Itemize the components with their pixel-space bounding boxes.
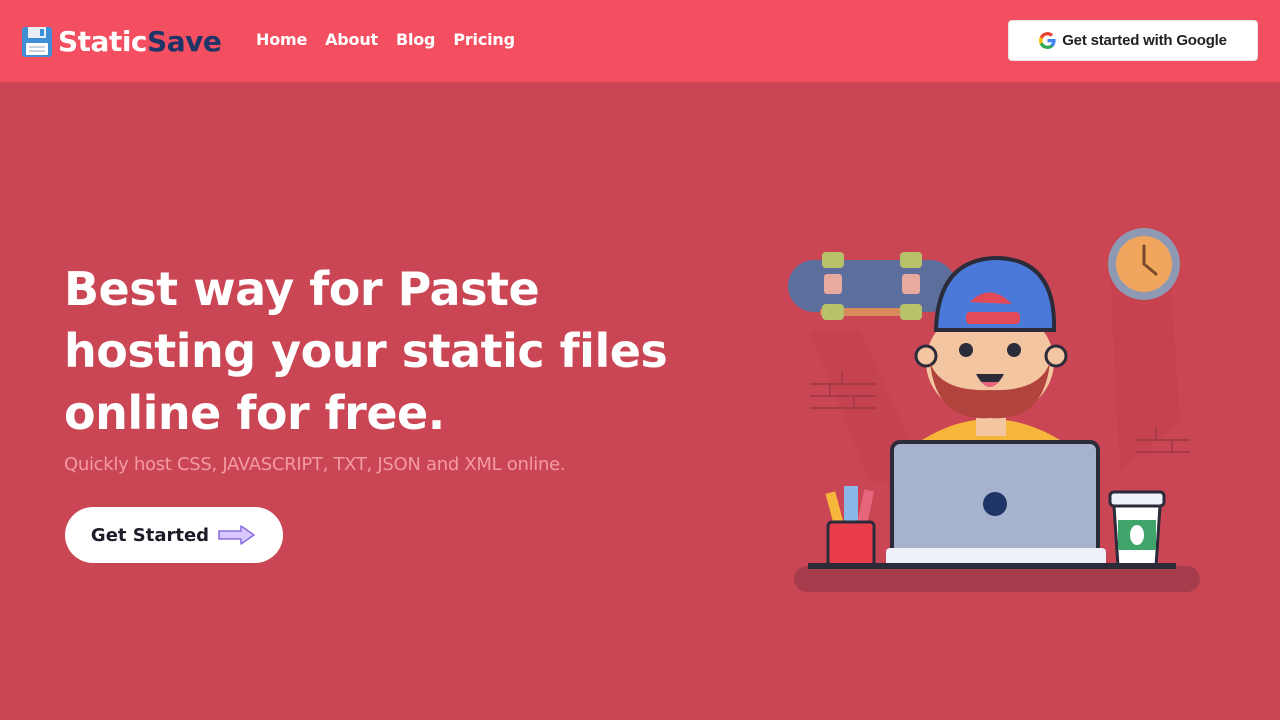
hero-subtitle: Quickly host CSS, JAVASCRIPT, TXT, JSON …: [64, 454, 566, 475]
nav-links: Home About Blog Pricing: [256, 30, 515, 49]
clock-icon: [1108, 228, 1180, 300]
floppy-disk-icon: [22, 27, 52, 57]
nav-link-about[interactable]: About: [325, 30, 378, 49]
arrow-right-icon: [218, 525, 255, 545]
nav-link-pricing[interactable]: Pricing: [453, 30, 515, 49]
skateboard-icon: [788, 252, 956, 320]
hero-title-line-3: online for free.: [64, 386, 445, 440]
get-started-label: Get Started: [90, 524, 210, 546]
laptop-icon: [886, 440, 1106, 568]
hero-title: Best way for Paste hosting your static f…: [64, 258, 724, 444]
google-signin-label: Get started with Google: [1062, 32, 1227, 49]
brand-name: StaticSave: [58, 25, 222, 58]
brand-logo[interactable]: StaticSave: [20, 24, 222, 60]
get-started-button[interactable]: Get Started: [65, 507, 283, 563]
nav-link-blog[interactable]: Blog: [396, 30, 436, 49]
coffee-cup-icon: [1108, 490, 1166, 568]
developer-illustration: [788, 228, 1200, 592]
pencil-cup-icon: [825, 486, 876, 568]
navbar: StaticSave Home About Blog Pricing Get s…: [0, 0, 1280, 82]
hero-title-line-2: hosting your static files: [64, 324, 668, 378]
brand-name-save: Save: [147, 25, 222, 58]
google-signin-button[interactable]: Get started with Google: [1008, 20, 1258, 61]
nav-link-home[interactable]: Home: [256, 30, 307, 49]
hero-title-line-1: Best way for Paste: [64, 262, 540, 316]
google-g-icon: [1039, 32, 1056, 49]
brand-name-static: Static: [58, 25, 148, 58]
